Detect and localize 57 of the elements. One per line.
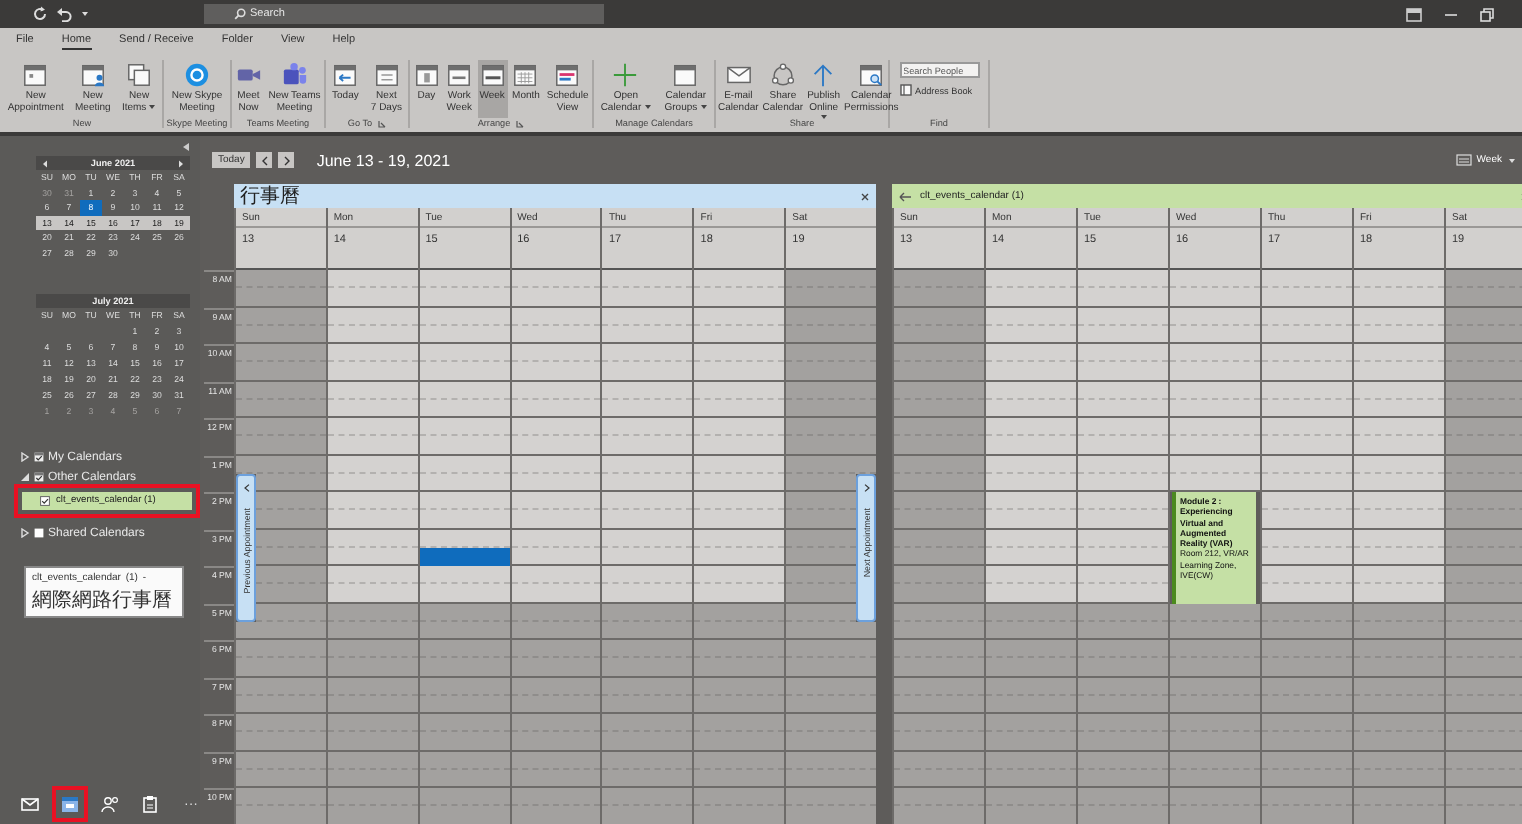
calendar-icon (479, 62, 506, 88)
search-icon (234, 8, 246, 20)
restore-icon[interactable] (1480, 7, 1494, 21)
ribbon-display-icon[interactable] (1406, 7, 1422, 21)
chevron-left-icon (243, 483, 249, 492)
collapse-icon[interactable] (182, 142, 190, 152)
clipboard-icon (140, 794, 160, 814)
calendar-icon (446, 62, 473, 88)
collapsed-icon[interactable] (20, 528, 30, 538)
calendar-grid-icon (512, 62, 539, 88)
chevron-right-icon (283, 155, 290, 165)
mail-icon (20, 794, 40, 814)
back-arrow-icon[interactable] (898, 191, 912, 201)
caret-icon (699, 103, 708, 110)
calendar-magnifier-icon (858, 62, 885, 88)
nav-button[interactable] (52, 786, 88, 822)
checkbox-icon[interactable] (34, 472, 44, 482)
previous-icon[interactable] (42, 159, 48, 167)
calendar-icon (60, 794, 80, 814)
pages-icon (126, 62, 153, 88)
selected-time-slot[interactable] (419, 547, 510, 566)
envelope-icon (725, 62, 752, 88)
round-logo-icon (183, 62, 210, 88)
people-icon (281, 62, 308, 88)
calendar-people-icon (79, 62, 106, 88)
list-icon (1456, 154, 1473, 166)
next-icon[interactable] (178, 159, 184, 167)
refresh-icon[interactable] (32, 6, 48, 22)
calendar-icon (22, 62, 49, 88)
share-icon (769, 62, 796, 88)
chevron-right-icon (863, 483, 869, 492)
book-icon (899, 84, 911, 96)
calendar-bars-icon (554, 62, 581, 88)
calendar-icon (413, 62, 440, 88)
plus-icon (612, 62, 639, 88)
caret-icon (1508, 157, 1516, 163)
previous-week-button[interactable] (256, 152, 273, 168)
caret-icon[interactable] (80, 10, 90, 18)
caret-icon (643, 103, 652, 110)
caret-icon (820, 114, 829, 121)
caret-icon (148, 103, 157, 110)
dialog-launcher-icon[interactable] (378, 119, 387, 127)
close-icon[interactable] (860, 191, 870, 201)
date-range-title: June 13 - 19, 2021 (316, 151, 451, 169)
checkbox-icon[interactable] (40, 495, 50, 505)
chevron-left-icon (261, 155, 268, 165)
checkbox-icon[interactable] (34, 452, 44, 462)
checkbox-icon[interactable] (34, 528, 44, 538)
next-week-button[interactable] (278, 152, 295, 168)
calendar-icon (672, 62, 699, 88)
undo-icon[interactable] (56, 6, 72, 22)
calendar-icon (373, 62, 400, 88)
people-icon (100, 794, 120, 814)
up-arrow-icon (810, 62, 837, 88)
dialog-launcher-icon[interactable] (516, 119, 525, 127)
collapsed-icon[interactable] (20, 452, 30, 462)
calendar-title: 行事曆 (240, 184, 302, 210)
